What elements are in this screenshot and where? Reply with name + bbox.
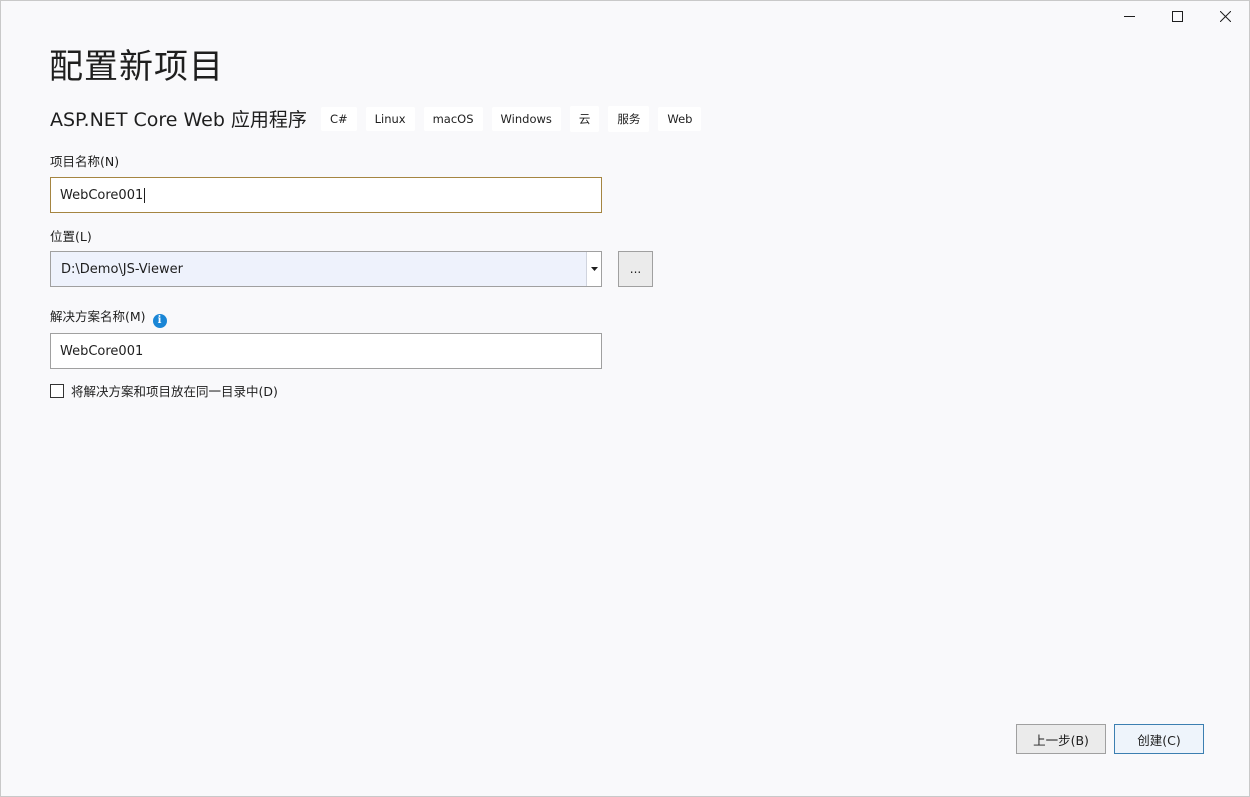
template-name: ASP.NET Core Web 应用程序 xyxy=(50,109,307,131)
tag-cloud: 云 xyxy=(569,105,600,132)
close-button[interactable] xyxy=(1201,1,1249,31)
maximize-icon xyxy=(1171,10,1183,22)
tag-service: 服务 xyxy=(608,105,650,132)
browse-button[interactable]: ... xyxy=(618,251,653,287)
minimize-icon xyxy=(1123,15,1135,17)
info-icon[interactable]: i xyxy=(152,313,167,328)
minimize-button[interactable] xyxy=(1105,1,1153,31)
tag-web: Web xyxy=(658,106,702,131)
same-directory-option[interactable]: 将解决方案和项目放在同一目录中(D) xyxy=(50,381,278,400)
chevron-down-icon xyxy=(590,267,598,271)
tag-windows: Windows xyxy=(491,106,561,131)
solution-name-value: WebCore001 xyxy=(60,343,144,359)
page-title: 配置新项目 xyxy=(49,47,224,87)
location-combobox[interactable]: D:\Demo\JS-Viewer xyxy=(50,251,602,287)
location-value: D:\Demo\JS-Viewer xyxy=(61,261,183,277)
solution-name-input[interactable]: WebCore001 xyxy=(50,333,602,369)
back-button[interactable]: 上一步(B) xyxy=(1016,724,1106,754)
same-directory-checkbox[interactable] xyxy=(50,383,64,398)
text-caret xyxy=(144,187,146,203)
tag-csharp: C# xyxy=(320,106,357,131)
project-name-value: WebCore001 xyxy=(60,187,144,203)
maximize-button[interactable] xyxy=(1153,1,1201,31)
tag-macos: macOS xyxy=(423,106,483,131)
window-controls xyxy=(1105,1,1249,31)
tag-linux: Linux xyxy=(365,106,415,131)
close-icon xyxy=(1219,10,1231,22)
create-button[interactable]: 创建(C) xyxy=(1114,724,1204,754)
solution-name-label: 解决方案名称(M) xyxy=(50,309,146,324)
project-name-input[interactable]: WebCore001 xyxy=(50,177,602,213)
project-name-label: 项目名称(N) xyxy=(50,154,120,169)
same-directory-label[interactable]: 将解决方案和项目放在同一目录中(D) xyxy=(71,381,278,400)
location-dropdown-button[interactable] xyxy=(586,252,601,286)
location-label: 位置(L) xyxy=(50,229,92,244)
solution-name-label-row: 解决方案名称(M) i xyxy=(50,306,167,328)
template-header: ASP.NET Core Web 应用程序 C# Linux macOS Win… xyxy=(50,105,710,132)
